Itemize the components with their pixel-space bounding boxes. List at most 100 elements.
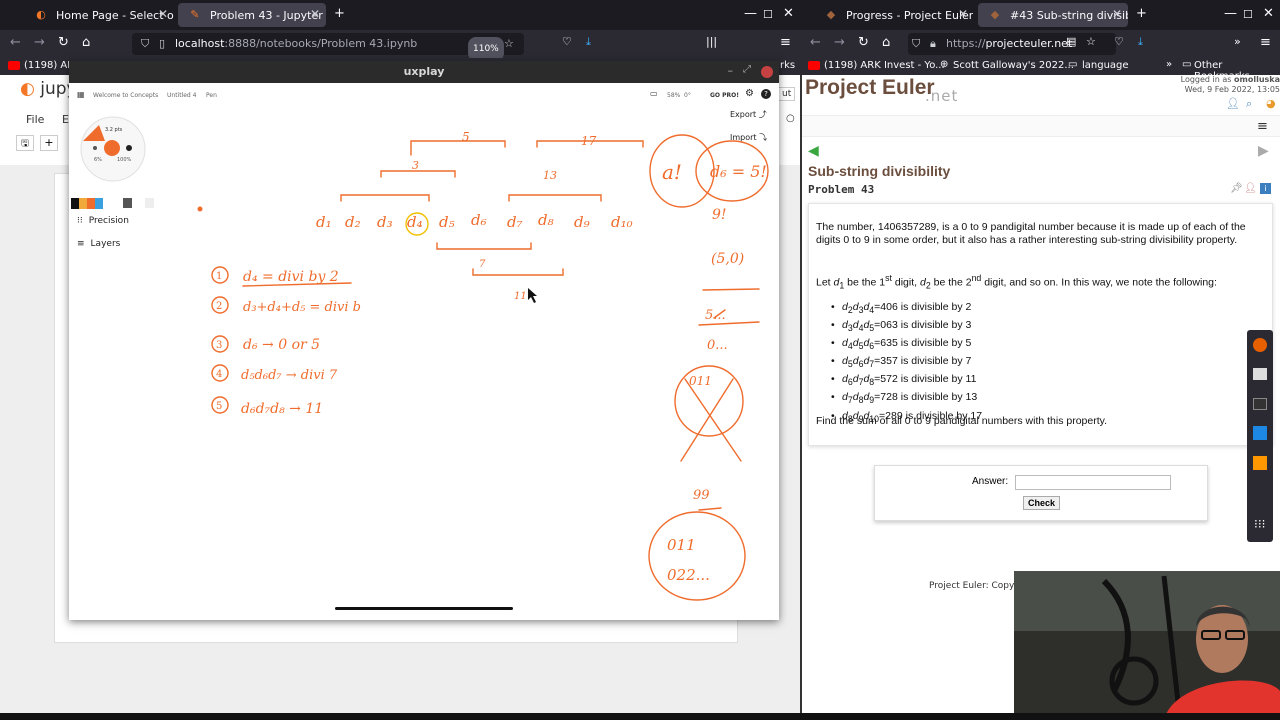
home-icon[interactable]: ⌂ — [882, 35, 890, 50]
pocket-icon[interactable]: ♡ — [1114, 35, 1124, 48]
pin-icon[interactable]: 📌︎ — [1230, 183, 1243, 194]
previous-arrow-icon[interactable]: ◀ — [808, 143, 819, 159]
svg-text:d₂: d₂ — [345, 213, 361, 231]
back-icon[interactable]: ← — [10, 35, 21, 50]
bookmark-star-icon[interactable]: ☆ — [504, 33, 514, 55]
account-icon[interactable]: 👤︎ — [1226, 97, 1240, 110]
shield-icon: ⛉ — [912, 37, 921, 50]
close-tab-icon[interactable]: ✕ — [1112, 7, 1122, 21]
maximize-icon[interactable]: ⤢ — [743, 64, 751, 75]
download-icon[interactable]: ⤓ — [1138, 35, 1143, 49]
svg-text:5...: 5... — [705, 308, 726, 323]
vscode-icon[interactable] — [1253, 426, 1267, 440]
terminal-icon[interactable] — [1253, 398, 1267, 410]
minimize-icon[interactable]: — — [1224, 6, 1237, 21]
answer-form: Answer: Check — [874, 465, 1208, 521]
firefox-icon[interactable] — [1253, 338, 1267, 352]
jupyter-icon: ✎ — [190, 8, 200, 21]
bookmark-ark[interactable]: (1198) ARK Invest - Yo... — [824, 60, 945, 71]
page-icon: ▯ — [159, 37, 166, 50]
svg-text:5: 5 — [462, 130, 470, 144]
menu-icon[interactable]: ≡ — [1260, 35, 1271, 50]
bracket-under — [436, 242, 532, 250]
property-item: d6d7d8=572 is divisible by 11 — [831, 372, 982, 390]
svg-text:(5,0): (5,0) — [711, 251, 744, 267]
bookmark-language[interactable]: language — [1082, 60, 1129, 71]
forward-icon[interactable]: → — [34, 35, 45, 50]
rss-icon[interactable]: ◕ — [1266, 97, 1276, 110]
menu-icon[interactable]: ≡ — [1257, 119, 1268, 134]
problem-let-text: Let d1 be the 1st digit, d2 be the 2nd d… — [816, 273, 1217, 291]
concepts-canvas[interactable]: ▦ Welcome to Concepts Untitled 4 Pen ▭ 5… — [69, 83, 779, 620]
pocket-icon[interactable]: ♡ — [562, 35, 572, 48]
problem-title: Sub-string divisibility — [808, 163, 951, 179]
nav-toolbar: ← → ↻ ⌂ ⛉ 🔒︎ https://projecteuler.net ▤ … — [800, 30, 1280, 79]
maximize-icon[interactable]: ☐ — [1243, 8, 1253, 21]
close-tab-icon[interactable]: ✕ — [958, 7, 968, 21]
tab-problem-43-euler[interactable]: ◆ #43 Sub-string divisibility ✕ — [978, 3, 1128, 27]
close-window-icon[interactable]: ✕ — [1263, 6, 1274, 21]
svg-text:d₁: d₁ — [316, 213, 332, 231]
home-icon[interactable]: ⌂ — [82, 35, 90, 50]
reload-icon[interactable]: ↻ — [58, 35, 69, 50]
library-icon[interactable]: ||| — [706, 35, 717, 48]
tab-problem-43[interactable]: ✎ Problem 43 - Jupyter Not ✕ — [178, 3, 326, 27]
new-tab-button[interactable]: + — [334, 6, 345, 21]
tab-home-page[interactable]: ◐ Home Page - Select or cr ✕ — [24, 3, 174, 27]
close-icon[interactable] — [761, 66, 773, 78]
url-bar[interactable]: ⛉ ▯ localhost:8888/notebooks/Problem 43.… — [132, 33, 524, 61]
uxplay-titlebar: uxplay — [69, 61, 779, 83]
info-icon[interactable]: i — [1260, 183, 1271, 194]
svg-text:d₅d₆d₇ → divi 7: d₅d₆d₇ → divi 7 — [241, 368, 338, 383]
svg-text:d₅: d₅ — [439, 213, 455, 231]
svg-text:d₆ = 5!: d₆ = 5! — [710, 162, 767, 181]
user-icon[interactable]: 👤︎ — [1244, 183, 1257, 194]
logout-button[interactable]: ut — [778, 87, 796, 101]
dock-sidebar: ⁝⁝⁝ — [1247, 330, 1273, 542]
save-icon[interactable]: 🖫 — [16, 135, 34, 151]
copyright: Project Euler: Copyri — [929, 581, 1021, 591]
bookmark-galloway[interactable]: Scott Galloway's 2022... — [953, 60, 1074, 71]
folder-icon[interactable] — [1253, 368, 1267, 380]
close-window-icon[interactable]: ✕ — [783, 6, 794, 21]
svg-text:d₉: d₉ — [574, 213, 590, 231]
pe-logo[interactable]: Project Euler — [805, 76, 935, 100]
menu-file[interactable]: File — [26, 113, 44, 126]
maximize-icon[interactable]: ☐ — [763, 8, 773, 21]
svg-text:1: 1 — [216, 271, 222, 282]
webcam-overlay — [1014, 571, 1280, 720]
download-icon[interactable]: ⤓ — [586, 35, 591, 49]
bookmark-star-icon[interactable]: ☆ — [1086, 35, 1096, 48]
minimize-icon[interactable]: – — [728, 64, 734, 77]
svg-text:5: 5 — [216, 401, 222, 412]
tab-strip: ◐ Home Page - Select or cr ✕ ✎ Problem 4… — [0, 0, 800, 30]
close-tab-icon[interactable]: ✕ — [158, 7, 168, 21]
new-tab-button[interactable]: + — [1136, 6, 1147, 21]
answer-input[interactable] — [1015, 475, 1171, 490]
svg-text:d₆ → 0 or 5: d₆ → 0 or 5 — [243, 337, 320, 353]
forward-icon[interactable]: → — [834, 35, 845, 50]
menu-edit[interactable]: E — [62, 113, 69, 126]
svg-text:4: 4 — [216, 369, 222, 380]
login-info: Logged in as omolluska Wed, 9 Feb 2022, … — [1180, 75, 1280, 94]
add-cell-icon[interactable]: + — [40, 135, 58, 151]
next-arrow-icon[interactable]: ▶ — [1258, 143, 1269, 159]
menu-icon[interactable]: ≡ — [780, 35, 791, 50]
chevron-icon[interactable]: » — [1166, 59, 1172, 70]
search-icon[interactable]: ⌕ — [1246, 97, 1252, 111]
svg-text:3: 3 — [216, 340, 222, 351]
sublime-icon[interactable] — [1253, 456, 1267, 470]
url-bar[interactable]: ⛉ 🔒︎ https://projecteuler.net — [908, 33, 1116, 55]
svg-text:2: 2 — [216, 301, 222, 312]
overflow-icon[interactable]: » — [1234, 35, 1241, 48]
svg-text:7: 7 — [479, 259, 486, 270]
check-button[interactable]: Check — [1023, 496, 1061, 510]
reader-icon[interactable]: ▤ — [1066, 35, 1076, 48]
problem-question: Find the sum of all 0 to 9 pandigital nu… — [816, 415, 1108, 427]
app-grid-icon[interactable]: ⁝⁝⁝ — [1254, 517, 1265, 531]
back-icon[interactable]: ← — [810, 35, 821, 50]
close-tab-icon[interactable]: ✕ — [310, 7, 320, 21]
tab-progress[interactable]: ◆ Progress - Project Euler ✕ — [814, 3, 974, 27]
reload-icon[interactable]: ↻ — [858, 35, 869, 50]
minimize-icon[interactable]: — — [744, 6, 757, 21]
